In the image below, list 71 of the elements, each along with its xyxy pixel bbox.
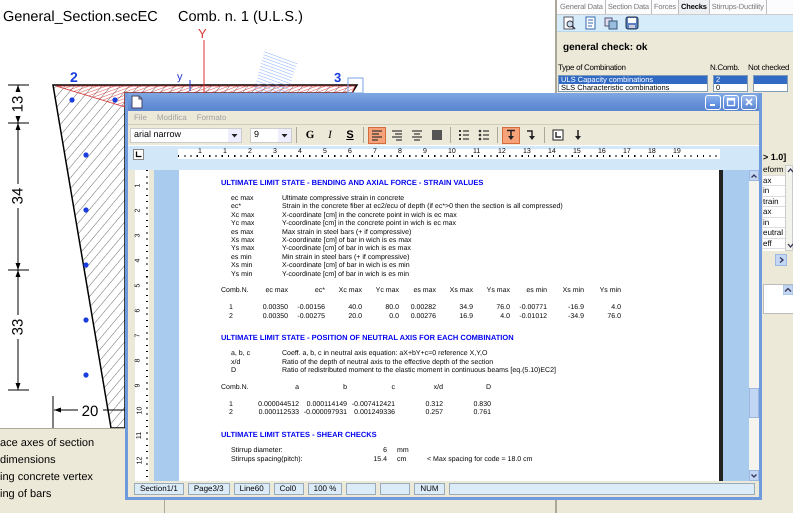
align-right-icon[interactable] xyxy=(391,129,403,141)
results-heading: > 1.0] xyxy=(763,152,786,163)
bar-dot xyxy=(83,372,89,378)
vertex-label: 2 xyxy=(70,69,78,85)
caret-icon[interactable] xyxy=(228,128,241,142)
scroll-up-icon[interactable] xyxy=(783,285,793,295)
save-icon[interactable] xyxy=(625,16,639,30)
vertex-marker xyxy=(348,78,364,94)
option-label: dimensions xyxy=(0,454,56,467)
option-label: ace axes of section xyxy=(0,437,94,450)
font-size-field[interactable]: 9 xyxy=(250,128,292,142)
bold-button[interactable]: G xyxy=(301,126,319,144)
bar-dot xyxy=(83,207,89,213)
vertex-label: 3 xyxy=(334,70,342,85)
underline-button[interactable]: S xyxy=(341,126,359,144)
empty-status-pane xyxy=(346,483,376,495)
scroll-thumb[interactable] xyxy=(749,388,759,418)
arrow-down-icon[interactable] xyxy=(572,129,584,141)
bar-dot xyxy=(83,317,89,323)
italic-button[interactable]: I xyxy=(321,126,339,144)
status-pane: Col0 xyxy=(274,483,304,495)
toolbar-button[interactable] xyxy=(502,126,520,144)
file-title: General_Section.secEC xyxy=(3,9,158,25)
status-pane: Line60 xyxy=(234,483,270,495)
status-pane: Section1/1 xyxy=(134,483,184,495)
dimension-label: 20 xyxy=(82,403,98,420)
close-icon[interactable] xyxy=(744,97,754,107)
align-left-icon[interactable] xyxy=(371,129,383,141)
maximize-icon[interactable] xyxy=(726,97,736,107)
document-icon[interactable] xyxy=(583,16,597,30)
minimize-button[interactable] xyxy=(705,94,721,110)
bullet-list-icon[interactable] xyxy=(478,129,490,141)
arrow-down-icon[interactable] xyxy=(505,129,517,141)
scroll-down-icon[interactable] xyxy=(786,241,793,250)
bar-dot xyxy=(83,152,89,158)
axis-label: Y xyxy=(198,26,207,41)
print-preview-icon[interactable] xyxy=(562,16,576,30)
align-center-icon[interactable] xyxy=(411,129,423,141)
status-pane: 100 % xyxy=(308,483,342,495)
axis-label: y xyxy=(177,71,182,83)
document-icon xyxy=(131,95,143,109)
column-header: Type of Combination xyxy=(558,63,626,72)
option-label: ing concrete vertex xyxy=(0,471,93,484)
dimension-label: 13 xyxy=(10,96,26,112)
caret-icon[interactable] xyxy=(278,128,291,142)
bar-dot xyxy=(69,97,75,103)
tab-stop-icon[interactable] xyxy=(552,129,564,141)
combination-title: Comb. n. 1 (U.L.S.) xyxy=(178,9,303,25)
bar-dot xyxy=(112,97,118,103)
empty-status-pane xyxy=(380,483,410,495)
font-field[interactable]: arial narrow xyxy=(130,128,242,142)
toolbar-button[interactable] xyxy=(368,126,386,144)
column-header: N.Comb. xyxy=(710,63,740,72)
maximize-button[interactable] xyxy=(723,94,739,110)
scrollbar[interactable] xyxy=(749,170,759,481)
check-status: general check: ok xyxy=(563,42,648,54)
status-pane: Page3/3 xyxy=(188,483,230,495)
bar-dot xyxy=(83,262,89,268)
copy-icon[interactable] xyxy=(604,16,618,30)
justify-icon[interactable] xyxy=(431,129,443,141)
status-pane: NUM xyxy=(414,483,445,495)
scrollbar[interactable] xyxy=(785,165,793,251)
column-header: Not checked xyxy=(748,63,790,72)
option-label: ing of bars xyxy=(0,488,52,501)
column-header: eform xyxy=(763,165,785,176)
close-button[interactable] xyxy=(741,94,757,110)
scroll-up-icon[interactable] xyxy=(786,166,793,175)
dimension-label: 34 xyxy=(10,188,26,204)
turn-arrow-icon[interactable] xyxy=(525,129,537,141)
dimension-label: 33 xyxy=(10,318,26,336)
numbered-list-icon[interactable] xyxy=(458,129,470,141)
